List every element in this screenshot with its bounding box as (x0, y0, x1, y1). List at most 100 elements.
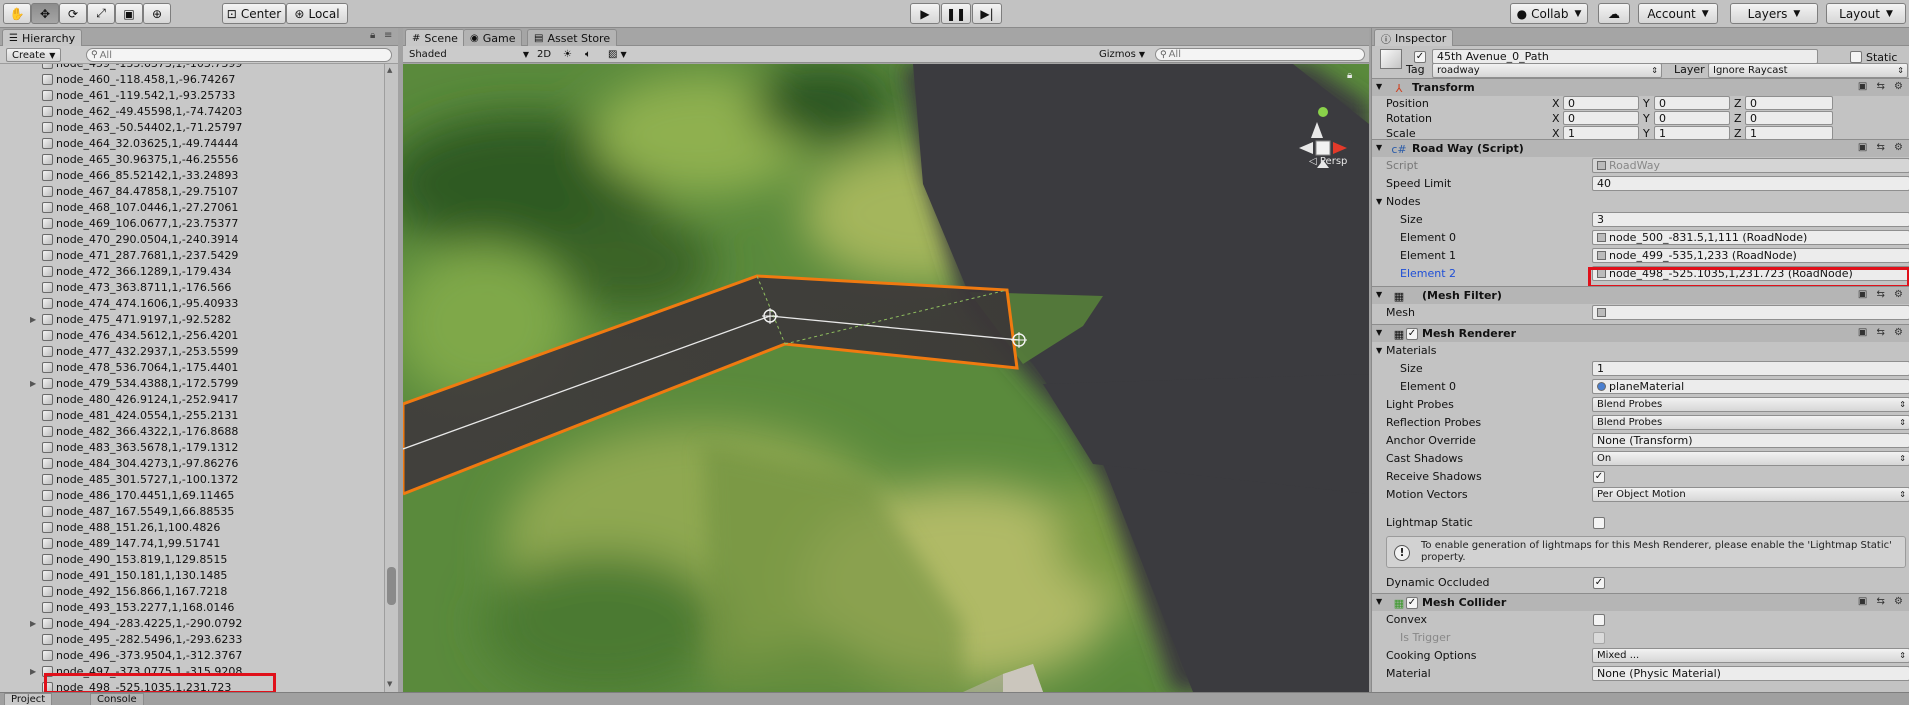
position-z-input[interactable]: 0 (1745, 96, 1833, 110)
component-menu-icons[interactable]: ▣ ⇆ ⚙ (1858, 289, 1906, 300)
rotation-axis-label[interactable]: X (1552, 112, 1560, 125)
rotation-axis-label[interactable]: Z (1734, 112, 1742, 125)
receive-shadows-checkbox[interactable]: ✓ (1593, 471, 1605, 483)
motion-vectors-dropdown[interactable]: Per Object Motion ⇕ (1592, 487, 1909, 502)
expand-arrow-icon[interactable]: ▼ (1376, 143, 1382, 152)
position-axis-label[interactable]: Z (1734, 97, 1742, 110)
hierarchy-scrollbar[interactable]: ▲ ▼ (384, 64, 398, 692)
meshrenderer-header[interactable]: ▼ ▦ ✓ Mesh Renderer ▣ ⇆ ⚙ (1372, 324, 1909, 342)
layers-dropdown[interactable]: Layers ▼ (1730, 3, 1818, 24)
hierarchy-item[interactable]: node_491_150.181,1,130.1485 (0, 567, 384, 583)
lock-icon[interactable]: 🔒︎ (370, 30, 375, 41)
pause-button[interactable]: ❚❚ (941, 3, 971, 24)
position-axis-label[interactable]: Y (1643, 97, 1650, 110)
rotation-axis-label[interactable]: Y (1643, 112, 1650, 125)
gizmo-lock-icon[interactable]: 🔒︎ (1347, 70, 1352, 81)
meshcollider-enabled-checkbox[interactable]: ✓ (1406, 597, 1418, 609)
hierarchy-item[interactable]: node_472_366.1289,1,-179.434 (0, 263, 384, 279)
tab-scene[interactable]: # Scene (405, 29, 465, 46)
hierarchy-item[interactable]: node_474_474.1606,1,-95.40933 (0, 295, 384, 311)
hierarchy-item[interactable]: node_465_30.96375,1,-46.25556 (0, 151, 384, 167)
hierarchy-item[interactable]: node_462_-49.45598,1,-74.74203 (0, 103, 384, 119)
move-tool-button[interactable]: ✥ (31, 3, 59, 24)
dynamic-occluded-checkbox[interactable]: ✓ (1593, 577, 1605, 589)
audio-toggle[interactable]: 🔈︎ (585, 48, 591, 61)
menu-icon[interactable]: ≡ (384, 30, 392, 41)
scale-x-input[interactable]: 1 (1563, 126, 1639, 140)
tag-dropdown[interactable]: roadway ⇕ (1432, 63, 1662, 78)
hierarchy-item[interactable]: node_496_-373.9504,1,-312.3767 (0, 647, 384, 663)
hierarchy-item[interactable]: node_481_424.0554,1,-255.2131 (0, 407, 384, 423)
expand-arrow-icon[interactable]: ▼ (1376, 197, 1382, 206)
lightmap-static-checkbox[interactable] (1593, 517, 1605, 529)
space-local-button[interactable]: ⊛ Local (286, 3, 348, 24)
rotate-tool-button[interactable]: ⟳ (59, 3, 87, 24)
scene-render[interactable] (403, 64, 1369, 692)
hierarchy-item[interactable]: node_461_-119.542,1,-93.25733 (0, 87, 384, 103)
hand-tool-button[interactable]: ✋ (3, 3, 31, 24)
hierarchy-item[interactable]: node_477_432.2937,1,-253.5599 (0, 343, 384, 359)
pivot-center-button[interactable]: ⊡ Center (222, 3, 286, 24)
materials-row[interactable]: ▼ Materials (1372, 342, 1909, 360)
layout-dropdown[interactable]: Layout ▼ (1826, 3, 1906, 24)
rect-tool-button[interactable]: ▣ (115, 3, 143, 24)
cloud-button[interactable]: ☁ (1598, 3, 1630, 24)
hierarchy-item[interactable]: node_482_366.4322,1,-176.8688 (0, 423, 384, 439)
meshrenderer-enabled-checkbox[interactable]: ✓ (1406, 328, 1418, 340)
hierarchy-item[interactable]: node_486_170.4451,1,69.11465 (0, 487, 384, 503)
position-axis-label[interactable]: X (1552, 97, 1560, 110)
account-dropdown[interactable]: Account ▼ (1638, 3, 1718, 24)
expand-arrow-icon[interactable]: ▼ (1376, 346, 1382, 355)
effects-dropdown[interactable]: ▨ ▼ (608, 48, 627, 61)
hierarchy-item[interactable]: node_459_-135.6373,1,-103.7399 (0, 64, 384, 71)
cooking-options-dropdown[interactable]: Mixed ... ⇕ (1592, 648, 1909, 663)
scroll-up-icon[interactable]: ▲ (387, 66, 392, 74)
scale-z-input[interactable]: 1 (1745, 126, 1833, 140)
reflection-probes-dropdown[interactable]: Blend Probes ⇕ (1592, 415, 1909, 430)
hierarchy-item[interactable]: node_488_151.26,1,100.4826 (0, 519, 384, 535)
hierarchy-item[interactable]: node_478_536.7064,1,-175.4401 (0, 359, 384, 375)
create-dropdown[interactable]: Create ▼ (6, 48, 62, 62)
is-trigger-checkbox[interactable] (1593, 632, 1605, 644)
collider-material-field[interactable]: None (Physic Material) (1592, 666, 1909, 681)
tab-inspector[interactable]: ⓘ Inspector (1374, 29, 1454, 46)
hierarchy-item[interactable]: node_487_167.5549,1,66.88535 (0, 503, 384, 519)
hierarchy-item[interactable]: node_480_426.9124,1,-252.9417 (0, 391, 384, 407)
tab-game[interactable]: ◉ Game (463, 29, 523, 46)
cast-shadows-dropdown[interactable]: On ⇕ (1592, 451, 1909, 466)
expand-arrow-icon[interactable]: ▼ (1376, 328, 1382, 337)
nodes-row[interactable]: ▼ Nodes (1372, 193, 1909, 211)
meshfilter-header[interactable]: ▼ ▦ (Mesh Filter) ▣ ⇆ ⚙ (1372, 286, 1909, 304)
expand-arrow-icon[interactable]: ▶ (30, 315, 42, 324)
position-y-input[interactable]: 0 (1654, 96, 1730, 110)
materials-size-input[interactable]: 1 (1592, 361, 1909, 376)
tab-hierarchy[interactable]: ☰ Hierarchy (2, 29, 83, 46)
expand-arrow-icon[interactable]: ▼ (1376, 82, 1382, 91)
transform-tool-button[interactable]: ⊕ (143, 3, 171, 24)
hierarchy-item[interactable]: node_460_-118.458,1,-96.74267 (0, 71, 384, 87)
hierarchy-item[interactable]: node_470_290.0504,1,-240.3914 (0, 231, 384, 247)
hierarchy-search-input[interactable]: ⚲ All (86, 48, 392, 62)
anchor-override-field[interactable]: None (Transform) (1592, 433, 1909, 448)
nodes-size-input[interactable]: 3 (1592, 212, 1909, 227)
lighting-toggle[interactable]: ☀ (563, 48, 572, 61)
hierarchy-item[interactable]: node_495_-282.5496,1,-293.6233 (0, 631, 384, 647)
collab-dropdown[interactable]: ● Collab ▼ (1510, 3, 1588, 24)
hierarchy-item[interactable]: node_484_304.4273,1,-97.86276 (0, 455, 384, 471)
node-element-field[interactable]: node_500_-831.5,1,111 (RoadNode) (1592, 230, 1909, 245)
hierarchy-item[interactable]: node_463_-50.54402,1,-71.25797 (0, 119, 384, 135)
hierarchy-item[interactable]: node_464_32.03625,1,-49.74444 (0, 135, 384, 151)
convex-checkbox[interactable] (1593, 614, 1605, 626)
expand-arrow-icon[interactable]: ▼ (1376, 597, 1382, 606)
hierarchy-item[interactable]: node_489_147.74,1,99.51741 (0, 535, 384, 551)
hierarchy-item[interactable]: ▶ node_494_-283.4225,1,-290.0792 (0, 615, 384, 631)
hierarchy-item[interactable]: node_492_156.866,1,167.7218 (0, 583, 384, 599)
persp-label[interactable]: ◁ Persp (1309, 156, 1347, 167)
hierarchy-item[interactable]: node_473_363.8711,1,-176.566 (0, 279, 384, 295)
toggle-2d-button[interactable]: 2D (537, 48, 551, 61)
hierarchy-item[interactable]: node_490_153.819,1,129.8515 (0, 551, 384, 567)
layer-dropdown[interactable]: Ignore Raycast ⇕ (1708, 63, 1908, 78)
component-menu-icons[interactable]: ▣ ⇆ ⚙ (1858, 81, 1906, 92)
hierarchy-item[interactable]: node_483_363.5678,1,-179.1312 (0, 439, 384, 455)
expand-arrow-icon[interactable]: ▶ (30, 667, 42, 676)
